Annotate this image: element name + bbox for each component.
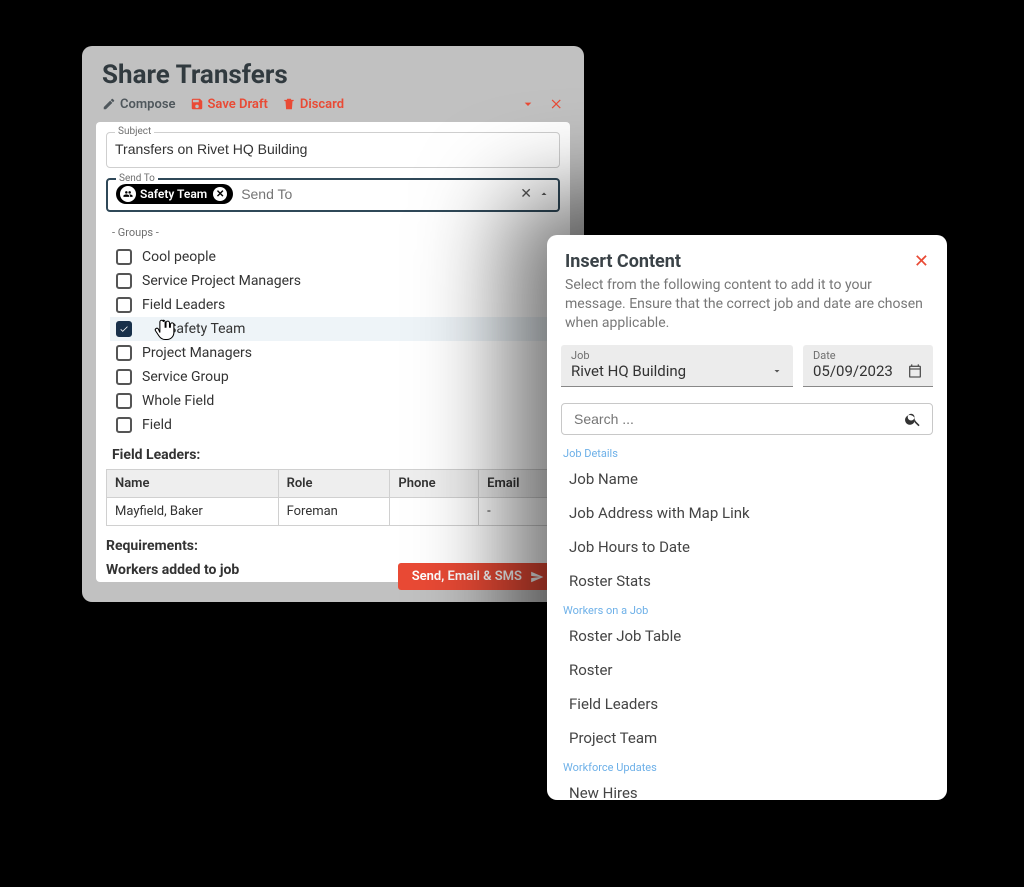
column-name: Name bbox=[107, 470, 279, 498]
save-draft-label: Save Draft bbox=[208, 97, 268, 112]
chip-remove-icon[interactable]: ✕ bbox=[213, 187, 227, 201]
search-icon bbox=[904, 410, 922, 428]
dropdown-up-icon[interactable] bbox=[538, 188, 550, 200]
discard-button[interactable]: Discard bbox=[282, 97, 344, 112]
group-item[interactable]: Project Managers bbox=[110, 341, 556, 365]
send-to-input[interactable] bbox=[239, 185, 514, 203]
date-picker[interactable]: Date 05/09/2023 bbox=[803, 345, 933, 387]
job-label: Job bbox=[571, 349, 783, 362]
send-bar: Send, Email & SMS bbox=[82, 555, 584, 602]
checkbox-checked-icon[interactable] bbox=[116, 321, 132, 337]
dropdown-icon bbox=[771, 365, 783, 377]
cell-role: Foreman bbox=[278, 498, 390, 526]
share-toolbar: Compose Save Draft Discard bbox=[82, 96, 584, 122]
job-select[interactable]: Job Rivet HQ Building bbox=[561, 345, 793, 387]
category-label: Workers on a Job bbox=[547, 598, 947, 619]
collapse-icon[interactable] bbox=[520, 96, 536, 112]
checkbox-icon[interactable] bbox=[116, 273, 132, 289]
save-draft-button[interactable]: Save Draft bbox=[190, 97, 268, 112]
group-item[interactable]: Whole Field bbox=[110, 389, 556, 413]
close-icon[interactable]: ✕ bbox=[914, 251, 929, 272]
checkbox-icon[interactable] bbox=[116, 297, 132, 313]
group-label: Whole Field bbox=[142, 393, 214, 409]
insert-item[interactable]: Field Leaders bbox=[547, 687, 947, 721]
group-icon bbox=[120, 186, 136, 202]
checkbox-icon[interactable] bbox=[116, 393, 132, 409]
insert-title: Insert Content bbox=[565, 251, 681, 272]
subject-input[interactable] bbox=[115, 137, 551, 161]
search-input[interactable] bbox=[572, 410, 904, 428]
date-label: Date bbox=[813, 349, 923, 362]
compose-body: Subject Send To Safety Team ✕ ✕ bbox=[96, 122, 570, 582]
trash-icon bbox=[282, 97, 296, 111]
insert-item[interactable]: Job Address with Map Link bbox=[547, 496, 947, 530]
column-role: Role bbox=[278, 470, 390, 498]
category-label: Workforce Updates bbox=[547, 755, 947, 776]
close-icon[interactable] bbox=[550, 97, 564, 111]
checkbox-icon[interactable] bbox=[116, 369, 132, 385]
send-email-sms-button[interactable]: Send, Email & SMS bbox=[398, 563, 558, 590]
panel-title: Share Transfers bbox=[82, 46, 584, 96]
insert-item[interactable]: Roster Stats bbox=[547, 564, 947, 598]
discard-label: Discard bbox=[300, 97, 344, 112]
group-label: Field Leaders bbox=[142, 297, 225, 313]
insert-item[interactable]: Job Hours to Date bbox=[547, 530, 947, 564]
group-label: Service Project Managers bbox=[142, 273, 301, 289]
pencil-icon bbox=[102, 97, 116, 111]
field-leaders-table: Name Role Phone Email Mayfield, Baker Fo… bbox=[106, 469, 560, 526]
group-item[interactable]: Service Project Managers bbox=[110, 269, 556, 293]
group-label: Field bbox=[142, 417, 172, 433]
chip-label: Safety Team bbox=[140, 187, 207, 201]
group-list: Cool people Service Project Managers Fie… bbox=[106, 245, 560, 445]
compose-button[interactable]: Compose bbox=[102, 97, 176, 112]
groups-header: - Groups - bbox=[106, 222, 560, 245]
group-label: Safety Team bbox=[168, 321, 245, 337]
clear-icon[interactable]: ✕ bbox=[520, 186, 532, 202]
date-value: 05/09/2023 bbox=[813, 362, 893, 380]
send-button-label: Send, Email & SMS bbox=[412, 569, 522, 584]
checkbox-icon[interactable] bbox=[116, 345, 132, 361]
job-value: Rivet HQ Building bbox=[571, 362, 686, 380]
share-transfers-panel: Share Transfers Compose Save Draft Disca… bbox=[82, 46, 584, 602]
subject-label: Subject bbox=[115, 126, 154, 137]
group-item[interactable]: Field bbox=[110, 413, 556, 437]
checkbox-icon[interactable] bbox=[116, 417, 132, 433]
group-item-selected[interactable]: Safety Team bbox=[110, 317, 556, 341]
insert-item[interactable]: Project Team bbox=[547, 721, 947, 755]
group-item[interactable]: Service Group bbox=[110, 365, 556, 389]
insert-content-panel: Insert Content ✕ Select from the followi… bbox=[547, 235, 947, 800]
send-to-chip[interactable]: Safety Team ✕ bbox=[116, 184, 233, 204]
insert-item[interactable]: Roster Job Table bbox=[547, 619, 947, 653]
insert-item[interactable]: Job Name bbox=[547, 462, 947, 496]
send-to-field[interactable]: Send To Safety Team ✕ ✕ bbox=[106, 178, 560, 212]
compose-label: Compose bbox=[120, 97, 176, 112]
send-icon bbox=[530, 570, 544, 584]
calendar-icon bbox=[907, 363, 923, 379]
cell-phone bbox=[390, 498, 479, 526]
group-label: Service Group bbox=[142, 369, 229, 385]
category-label: Job Details bbox=[547, 441, 947, 462]
section-field-leaders: Field Leaders: bbox=[106, 445, 560, 465]
group-item[interactable]: Cool people bbox=[110, 245, 556, 269]
cell-name: Mayfield, Baker bbox=[107, 498, 279, 526]
save-icon bbox=[190, 97, 204, 111]
checkbox-icon[interactable] bbox=[116, 249, 132, 265]
group-item[interactable]: Field Leaders bbox=[110, 293, 556, 317]
group-label: Project Managers bbox=[142, 345, 252, 361]
table-row: Mayfield, Baker Foreman - bbox=[107, 498, 560, 526]
column-phone: Phone bbox=[390, 470, 479, 498]
subject-field[interactable]: Subject bbox=[106, 132, 560, 168]
send-to-label: Send To bbox=[116, 173, 158, 184]
search-box[interactable] bbox=[561, 403, 933, 435]
insert-item[interactable]: New Hires bbox=[547, 776, 947, 800]
group-label: Cool people bbox=[142, 249, 216, 265]
insert-subtitle: Select from the following content to add… bbox=[547, 276, 947, 345]
insert-item[interactable]: Roster bbox=[547, 653, 947, 687]
